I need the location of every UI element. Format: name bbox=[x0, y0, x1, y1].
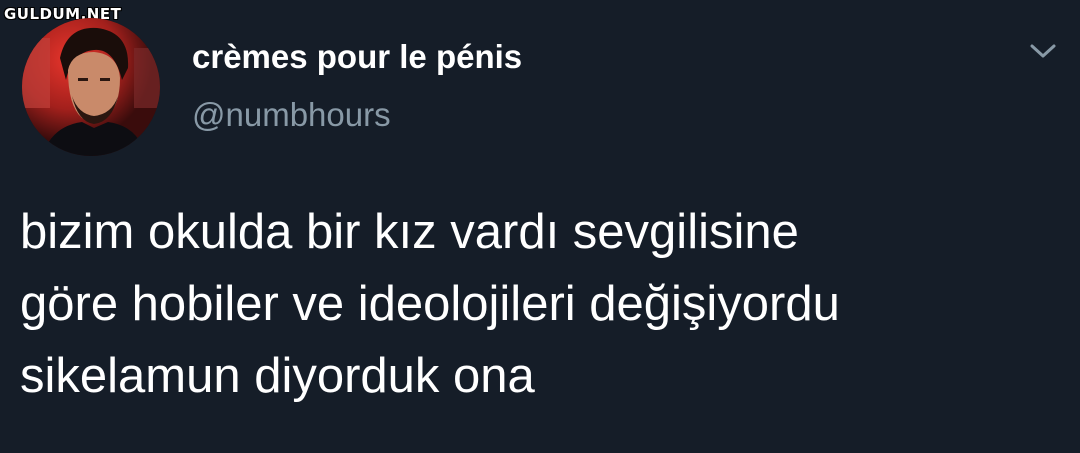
tweet-text-line: göre hobiler ve ideolojileri değişiyordu bbox=[20, 277, 840, 331]
author-display-name[interactable]: crèmes pour le pénis bbox=[192, 40, 522, 73]
profile-photo-icon bbox=[22, 18, 160, 156]
tweet-text-line: bizim okulda bir kız vardı sevgilisine bbox=[20, 205, 799, 259]
chevron-down-icon bbox=[1030, 44, 1056, 58]
tweet-text: bizim okulda bir kız vardı sevgilisine g… bbox=[20, 196, 1060, 412]
tweet-text-line: sikelamun diyorduk ona bbox=[20, 349, 535, 403]
author-handle[interactable]: @numbhours bbox=[192, 98, 391, 131]
tweet-menu-button[interactable] bbox=[1028, 40, 1058, 62]
avatar[interactable] bbox=[22, 18, 160, 156]
